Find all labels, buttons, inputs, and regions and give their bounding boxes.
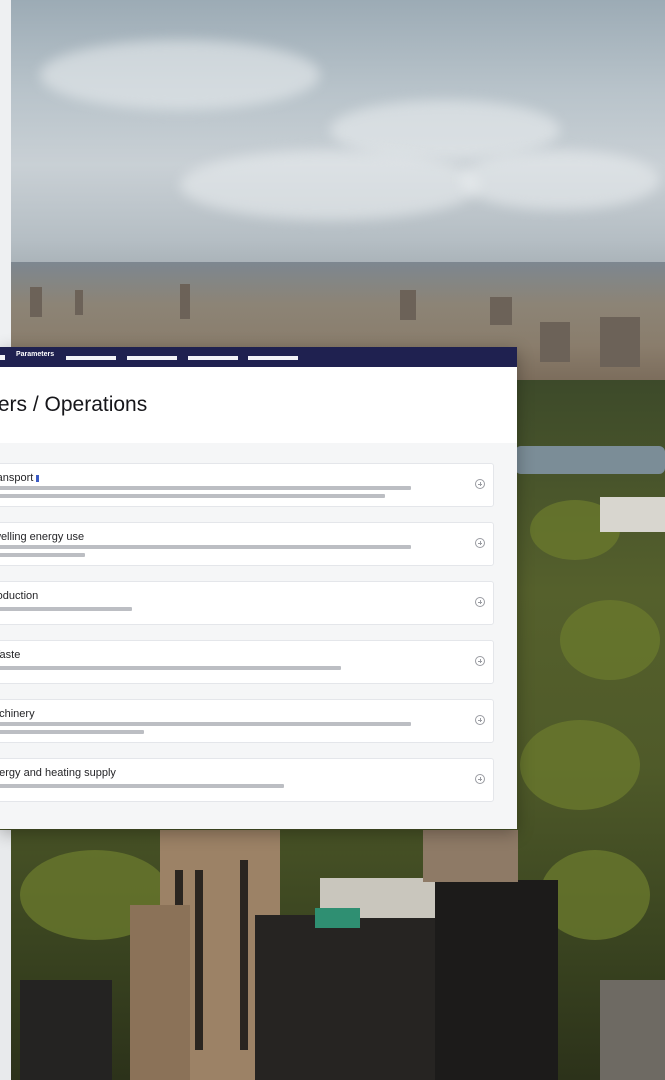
- item-label: Vaste: [0, 649, 21, 661]
- placeholder-line: [0, 494, 385, 498]
- item-label: achinery: [0, 708, 35, 720]
- building: [130, 905, 190, 1080]
- list-item-transport[interactable]: ransport: [0, 463, 494, 507]
- add-circle-icon[interactable]: [475, 656, 485, 666]
- building: [435, 880, 558, 1080]
- building: [315, 908, 360, 928]
- nav-tab-placeholder[interactable]: [66, 356, 116, 360]
- item-label: nergy and heating supply: [0, 767, 116, 779]
- list-item-energy-and-heating-supply[interactable]: nergy and heating supply: [0, 758, 494, 802]
- cloud: [180, 150, 480, 220]
- add-circle-icon[interactable]: [475, 538, 485, 548]
- parameter-list: ransport welling energy use roduction Va…: [0, 443, 517, 802]
- tab-parameters[interactable]: Parameters: [16, 351, 54, 358]
- background-window-edge: [0, 0, 11, 350]
- background-window-edge: [0, 830, 11, 1080]
- add-circle-icon[interactable]: [475, 479, 485, 489]
- list-item-production[interactable]: roduction: [0, 581, 494, 625]
- item-label: roduction: [0, 590, 39, 602]
- nav-tab-placeholder[interactable]: [127, 356, 177, 360]
- placeholder-line: [0, 784, 284, 788]
- building: [600, 980, 665, 1080]
- placeholder-line: [0, 486, 411, 490]
- item-label: ransport: [0, 472, 34, 484]
- page-title: ters / Operations: [0, 393, 148, 416]
- placeholder-line: [0, 722, 411, 726]
- placeholder-line: [0, 730, 144, 734]
- building: [20, 980, 112, 1080]
- text-cursor: [36, 475, 39, 482]
- list-item-machinery[interactable]: achinery: [0, 699, 494, 743]
- building: [423, 830, 518, 882]
- nav-tab-placeholder[interactable]: [248, 356, 298, 360]
- list-item-waste[interactable]: Vaste: [0, 640, 494, 684]
- top-nav-bar: Parameters: [0, 347, 517, 367]
- app-window: Parameters ters / Operations ransport we…: [0, 347, 517, 829]
- cloud: [40, 40, 320, 110]
- building: [255, 915, 435, 1080]
- cloud: [460, 150, 660, 210]
- placeholder-line: [0, 607, 132, 611]
- add-circle-icon[interactable]: [475, 715, 485, 725]
- list-item-dwelling-energy-use[interactable]: welling energy use: [0, 522, 494, 566]
- item-label: welling energy use: [0, 531, 85, 543]
- nav-tab-placeholder[interactable]: [188, 356, 238, 360]
- page-header: ters / Operations: [0, 367, 517, 443]
- placeholder-line: [0, 545, 411, 549]
- lake: [515, 446, 665, 474]
- building: [600, 497, 665, 532]
- placeholder-line: [0, 666, 341, 670]
- add-circle-icon[interactable]: [475, 597, 485, 607]
- placeholder-line: [0, 553, 85, 557]
- nav-tab-truncated[interactable]: [0, 355, 5, 360]
- add-circle-icon[interactable]: [475, 774, 485, 784]
